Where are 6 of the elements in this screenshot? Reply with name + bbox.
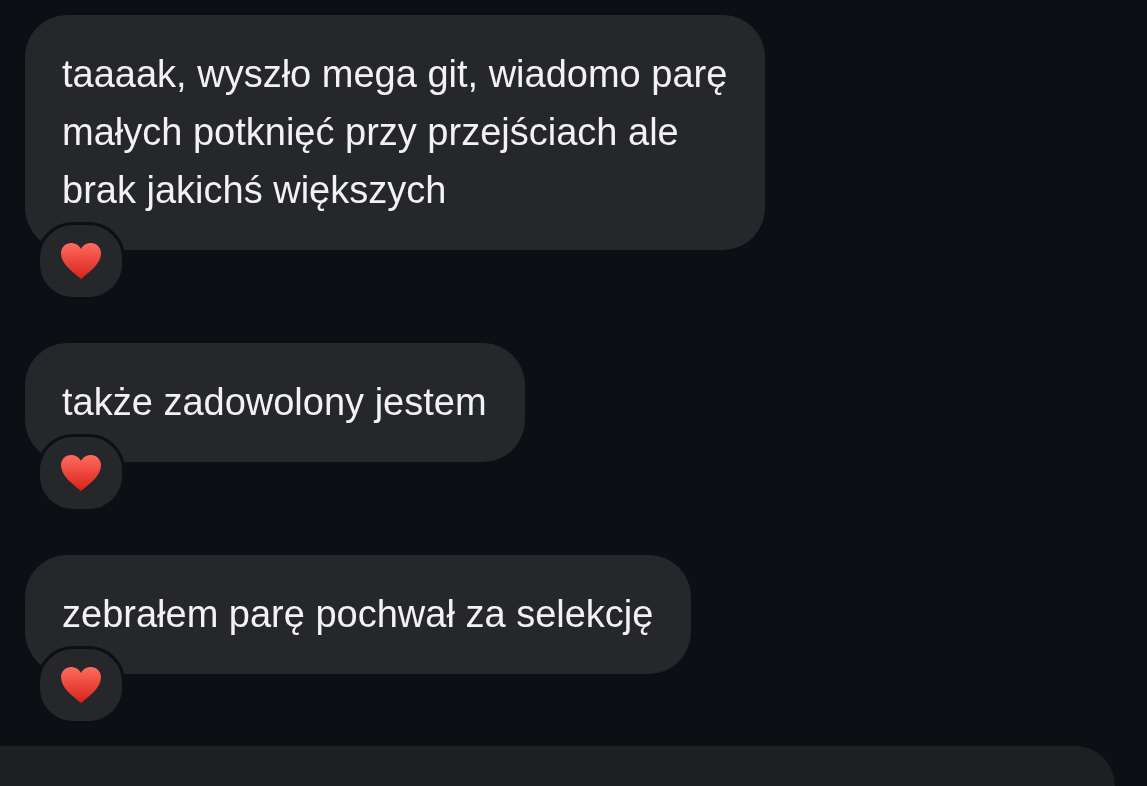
heart-icon (60, 242, 102, 280)
heart-icon (60, 666, 102, 704)
message-bubble: zebrałem parę pochwał za selekcję (25, 555, 692, 674)
message-bubble: także zadowolony jestem (25, 343, 525, 462)
message-bubble: taaaak, wyszło mega git, wiadomo parę małych potknięć przy przejściach ale brak jakichś większych (25, 15, 766, 250)
heart-icon (60, 454, 102, 492)
